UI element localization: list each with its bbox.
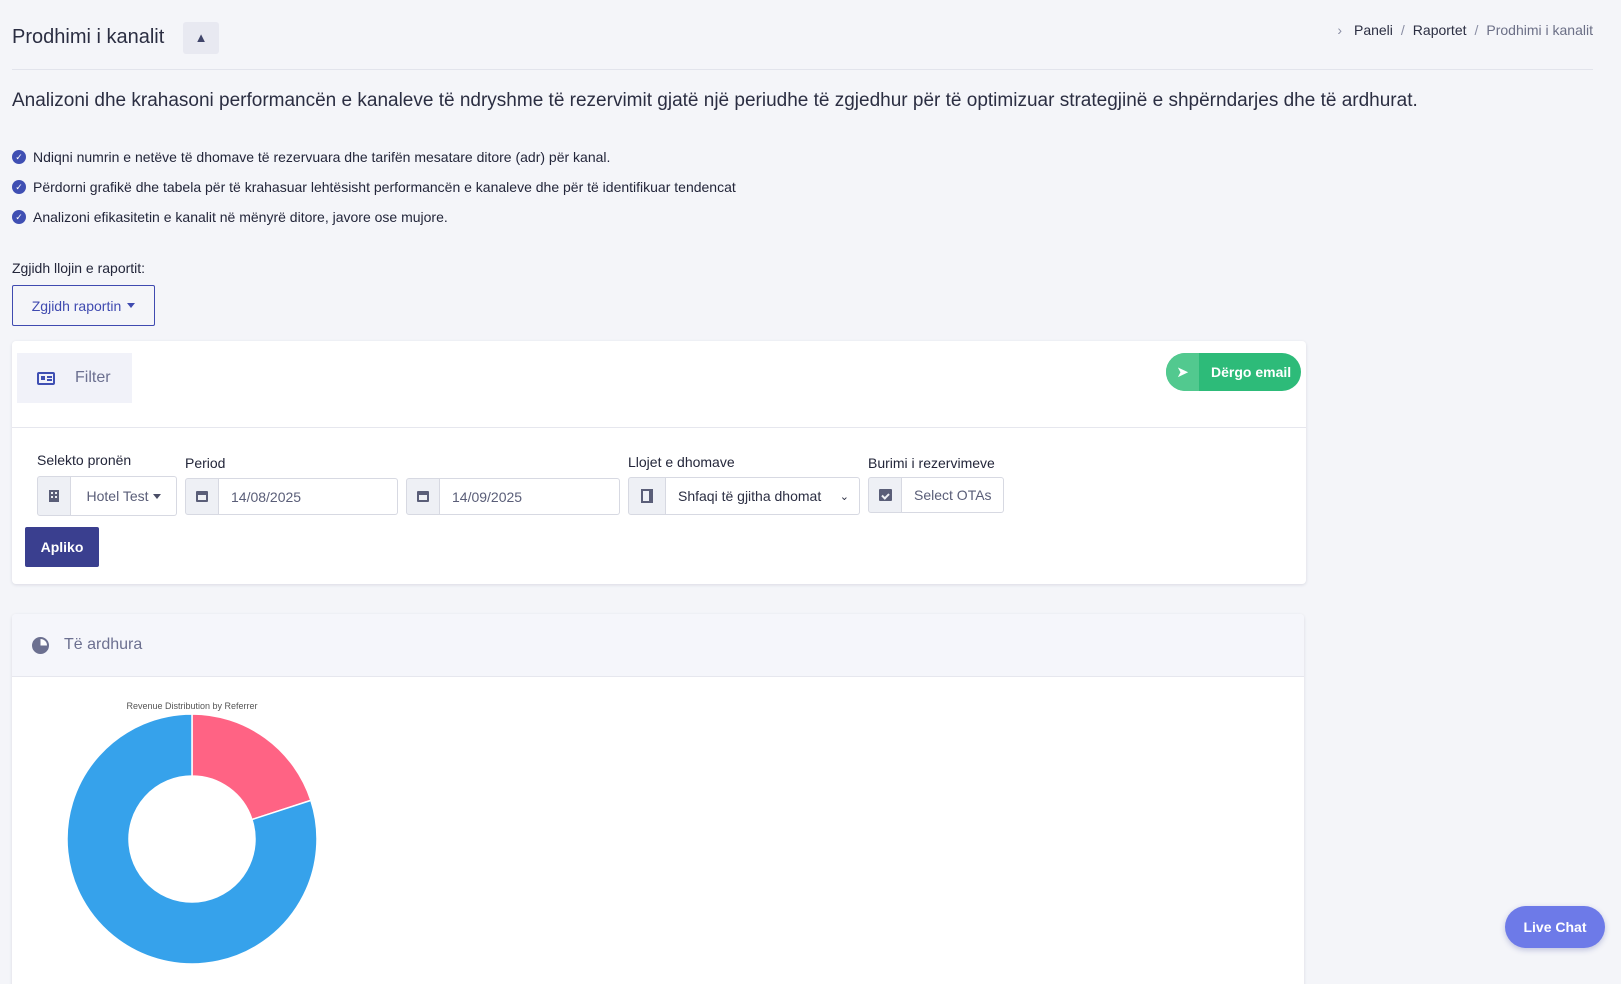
room-types-select[interactable]: Shfaqi të gjitha dhomat ⌄ <box>666 477 860 515</box>
calendar-icon <box>417 491 429 502</box>
check-circle-icon: ✓ <box>12 180 26 194</box>
pie-slice-0[interactable] <box>191 713 312 821</box>
door-addon <box>628 477 666 515</box>
property-select-group: Hotel Test <box>37 476 177 516</box>
list-item: ✓ Ndiqni numrin e netëve të dhomave të r… <box>12 142 736 172</box>
date-to-input[interactable]: 14/09/2025 <box>440 478 620 515</box>
chevron-right-icon: › <box>1337 22 1342 38</box>
report-select-button[interactable]: Zgjidh raportin <box>12 285 155 326</box>
collapse-toggle-button[interactable]: ▲ <box>183 22 219 54</box>
list-item-text: Analizoni efikasitetin e kanalit në mëny… <box>33 209 448 225</box>
chart-slices <box>66 713 318 965</box>
calendar-addon <box>185 478 219 515</box>
divider <box>12 427 1306 428</box>
caret-down-icon <box>127 303 136 308</box>
property-label: Selekto pronën <box>37 452 132 468</box>
revenue-card: Të ardhura Revenue Distribution by Refer… <box>12 614 1304 984</box>
live-chat-button[interactable]: Live Chat <box>1505 906 1605 948</box>
date-from-group: 14/08/2025 <box>185 478 398 515</box>
page-title: Prodhimi i kanalit <box>12 26 165 48</box>
report-type-label: Zgjidh llojin e raportit: <box>12 260 146 276</box>
calendar-check-icon <box>878 489 892 501</box>
feature-list: ✓ Ndiqni numrin e netëve të dhomave të r… <box>12 142 736 232</box>
property-select[interactable]: Hotel Test <box>71 476 177 516</box>
report-select-label: Zgjidh raportin <box>31 297 122 314</box>
breadcrumb-separator: / <box>1474 22 1479 38</box>
page-header: Prodhimi i kanalit ▲ › Paneli / Raportet… <box>12 22 1593 70</box>
calendar-addon <box>406 478 440 515</box>
period-label: Period <box>185 455 226 471</box>
check-circle-icon: ✓ <box>12 150 26 164</box>
tab-filter[interactable]: Filter <box>17 353 132 403</box>
chevron-down-icon: ⌄ <box>839 490 849 503</box>
building-icon <box>49 490 59 502</box>
ota-select[interactable]: Select OTAs <box>902 477 1004 513</box>
breadcrumb-item-current: Prodhimi i kanalit <box>1486 22 1593 38</box>
revenue-header: Të ardhura <box>12 614 1304 677</box>
booking-source-label: Burimi i rezervimeve <box>868 455 995 471</box>
list-item-text: Përdorni grafikë dhe tabela për të kraha… <box>33 179 736 195</box>
list-item: ✓ Analizoni efikasitetin e kanalit në më… <box>12 202 736 232</box>
property-select-value: Hotel Test <box>86 488 149 504</box>
list-item: ✓ Përdorni grafikë dhe tabela për të kra… <box>12 172 736 202</box>
pie-chart-icon <box>32 636 49 654</box>
breadcrumb: › Paneli / Raportet / Prodhimi i kanalit <box>1337 22 1593 38</box>
paper-plane-icon: ➤ <box>1166 353 1199 391</box>
send-email-button[interactable]: ➤ Dërgo email <box>1166 353 1301 391</box>
room-types-group: Shfaqi të gjitha dhomat ⌄ <box>628 477 860 515</box>
intro-text: Analizoni dhe krahasoni performancën e k… <box>12 90 1418 111</box>
breadcrumb-separator: / <box>1400 22 1405 38</box>
tab-filter-label: Filter <box>75 369 111 386</box>
check-circle-icon: ✓ <box>12 210 26 224</box>
booking-source-group: Select OTAs <box>868 477 1004 513</box>
apply-button[interactable]: Apliko <box>25 527 99 567</box>
id-card-icon <box>37 371 55 385</box>
date-to-group: 14/09/2025 <box>406 478 620 515</box>
breadcrumb-item-raportet[interactable]: Raportet <box>1413 22 1467 38</box>
building-addon <box>37 476 71 516</box>
list-item-text: Ndiqni numrin e netëve të dhomave të rez… <box>33 149 611 165</box>
room-types-value: Shfaqi të gjitha dhomat <box>678 488 822 504</box>
door-icon <box>641 489 653 503</box>
breadcrumb-item-paneli[interactable]: Paneli <box>1354 22 1393 38</box>
chart-title: Revenue Distribution by Referrer <box>126 701 257 711</box>
calendar-check-addon <box>868 477 902 513</box>
caret-down-icon <box>152 493 161 499</box>
room-types-label: Llojet e dhomave <box>628 454 735 470</box>
date-from-input[interactable]: 14/08/2025 <box>219 478 398 515</box>
send-email-label: Dërgo email <box>1211 364 1292 380</box>
revenue-donut-chart: Revenue Distribution by Referrer <box>66 701 318 965</box>
calendar-icon <box>196 491 208 502</box>
revenue-title: Të ardhura <box>64 636 143 653</box>
